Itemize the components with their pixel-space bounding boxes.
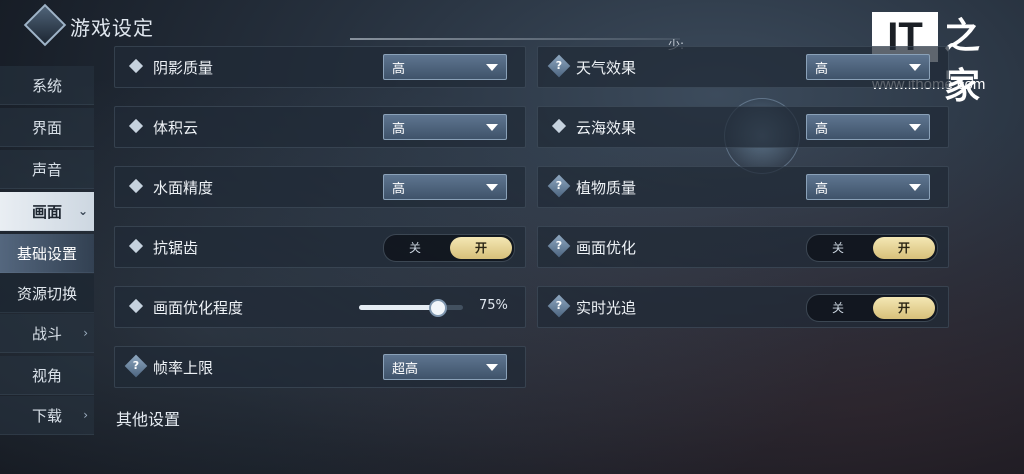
sidebar-item-resource-switch[interactable]: 资源切换 bbox=[0, 274, 94, 313]
setting-label: 天气效果 bbox=[576, 59, 637, 77]
sidebar-item-label: 视角 bbox=[31, 366, 62, 385]
setting-framerate-limit: ? 帧率上限 超高 bbox=[114, 346, 526, 388]
help-icon[interactable]: ? bbox=[547, 234, 571, 258]
slider-knob[interactable] bbox=[429, 299, 447, 317]
setting-weather-effect: ? 天气效果 高 bbox=[537, 46, 949, 88]
sidebar-item-label: 界面 bbox=[31, 118, 62, 137]
help-icon[interactable]: ? bbox=[124, 354, 148, 378]
sidebar-item-label: 画面 bbox=[31, 202, 62, 221]
setting-label: 云海效果 bbox=[576, 119, 637, 137]
select-value: 高 bbox=[815, 122, 829, 137]
diamond-bullet-icon bbox=[128, 118, 144, 134]
toggle-on-option[interactable]: 开 bbox=[873, 297, 935, 319]
diamond-bullet-icon bbox=[128, 238, 144, 254]
sidebar-item-label: 战斗 bbox=[31, 324, 62, 343]
setting-image-optimization: ? 画面优化 关 开 bbox=[537, 226, 949, 268]
select-value: 高 bbox=[392, 122, 406, 137]
sidebar-item-label: 声音 bbox=[31, 160, 62, 179]
diamond-bullet-icon bbox=[128, 178, 144, 194]
help-icon[interactable]: ? bbox=[547, 294, 571, 318]
dropdown-arrow-icon bbox=[486, 64, 498, 71]
toggle-on-option[interactable]: 开 bbox=[450, 237, 512, 259]
toggle-off-option[interactable]: 关 bbox=[807, 235, 869, 261]
setting-label: 体积云 bbox=[153, 119, 199, 137]
select-value: 超高 bbox=[392, 362, 419, 377]
select-value: 高 bbox=[392, 182, 406, 197]
setting-label: 帧率上限 bbox=[153, 359, 214, 377]
select-value: 高 bbox=[815, 62, 829, 77]
sidebar-item-interface[interactable]: 界面 bbox=[0, 108, 94, 147]
setting-optimization-level: 画面优化程度 75% bbox=[114, 286, 526, 328]
antialiasing-toggle[interactable]: 关 开 bbox=[383, 234, 515, 262]
sidebar-item-label: 资源切换 bbox=[16, 284, 77, 303]
select-value: 高 bbox=[815, 182, 829, 197]
vegetation-quality-select[interactable]: 高 bbox=[806, 174, 930, 200]
setting-shadow-quality: 阴影质量 高 bbox=[114, 46, 526, 88]
header: 游戏设定 少: bbox=[0, 0, 1024, 52]
sidebar-item-download[interactable]: 下载 › bbox=[0, 396, 94, 435]
dropdown-arrow-icon bbox=[909, 184, 921, 191]
setting-label: 画面优化 bbox=[576, 239, 637, 257]
setting-realtime-raytracing: ? 实时光追 关 开 bbox=[537, 286, 949, 328]
chevron-down-icon: ⌄ bbox=[77, 204, 88, 218]
water-precision-select[interactable]: 高 bbox=[383, 174, 507, 200]
raytracing-toggle[interactable]: 关 开 bbox=[806, 294, 938, 322]
section-title-other-settings: 其他设置 bbox=[116, 410, 181, 429]
diamond-bullet-icon bbox=[128, 58, 144, 74]
sidebar-item-camera[interactable]: 视角 bbox=[0, 356, 94, 395]
toggle-off-option[interactable]: 关 bbox=[807, 295, 869, 321]
setting-volumetric-cloud: 体积云 高 bbox=[114, 106, 526, 148]
setting-water-precision: 水面精度 高 bbox=[114, 166, 526, 208]
chevron-right-icon: › bbox=[83, 326, 88, 340]
optimization-level-slider[interactable] bbox=[359, 299, 463, 317]
image-optimization-toggle[interactable]: 关 开 bbox=[806, 234, 938, 262]
setting-antialiasing: 抗锯齿 关 开 bbox=[114, 226, 526, 268]
sidebar-item-basic-settings[interactable]: 基础设置 bbox=[0, 234, 94, 273]
framerate-limit-select[interactable]: 超高 bbox=[383, 354, 507, 380]
slider-value: 75% bbox=[479, 298, 508, 313]
diamond-bullet-icon bbox=[551, 118, 567, 134]
diamond-bullet-icon bbox=[128, 298, 144, 314]
slider-fill bbox=[359, 305, 437, 310]
setting-label: 水面精度 bbox=[153, 179, 214, 197]
volumetric-cloud-select[interactable]: 高 bbox=[383, 114, 507, 140]
dropdown-arrow-icon bbox=[486, 184, 498, 191]
weather-effect-select[interactable]: 高 bbox=[806, 54, 930, 80]
dropdown-arrow-icon bbox=[909, 64, 921, 71]
setting-vegetation-quality: ? 植物质量 高 bbox=[537, 166, 949, 208]
sidebar-item-label: 系统 bbox=[31, 76, 62, 95]
setting-label: 画面优化程度 bbox=[153, 299, 244, 317]
setting-label: 实时光追 bbox=[576, 299, 637, 317]
setting-cloud-sea: 云海效果 高 bbox=[537, 106, 949, 148]
dropdown-arrow-icon bbox=[486, 124, 498, 131]
toggle-off-option[interactable]: 关 bbox=[384, 235, 446, 261]
page-title: 游戏设定 bbox=[70, 16, 154, 40]
toggle-on-option[interactable]: 开 bbox=[873, 237, 935, 259]
cloud-sea-select[interactable]: 高 bbox=[806, 114, 930, 140]
select-value: 高 bbox=[392, 62, 406, 77]
setting-label: 抗锯齿 bbox=[153, 239, 199, 257]
sidebar-item-graphics[interactable]: 画面 ⌄ bbox=[0, 192, 94, 231]
dropdown-arrow-icon bbox=[486, 364, 498, 371]
chevron-right-icon: › bbox=[83, 408, 88, 422]
header-divider bbox=[350, 38, 680, 40]
dropdown-arrow-icon bbox=[909, 124, 921, 131]
setting-label: 阴影质量 bbox=[153, 59, 214, 77]
setting-label: 植物质量 bbox=[576, 179, 637, 197]
sidebar-item-label: 下载 bbox=[31, 406, 62, 425]
shadow-quality-select[interactable]: 高 bbox=[383, 54, 507, 80]
sidebar-item-system[interactable]: 系统 bbox=[0, 66, 94, 105]
help-icon[interactable]: ? bbox=[547, 54, 571, 78]
help-icon[interactable]: ? bbox=[547, 174, 571, 198]
watermark-cn: 之家 bbox=[944, 16, 981, 107]
diamond-emblem-icon[interactable] bbox=[23, 3, 67, 47]
sidebar-item-label: 基础设置 bbox=[16, 244, 77, 263]
sidebar-item-sound[interactable]: 声音 bbox=[0, 150, 94, 189]
sidebar-item-combat[interactable]: 战斗 › bbox=[0, 314, 94, 353]
